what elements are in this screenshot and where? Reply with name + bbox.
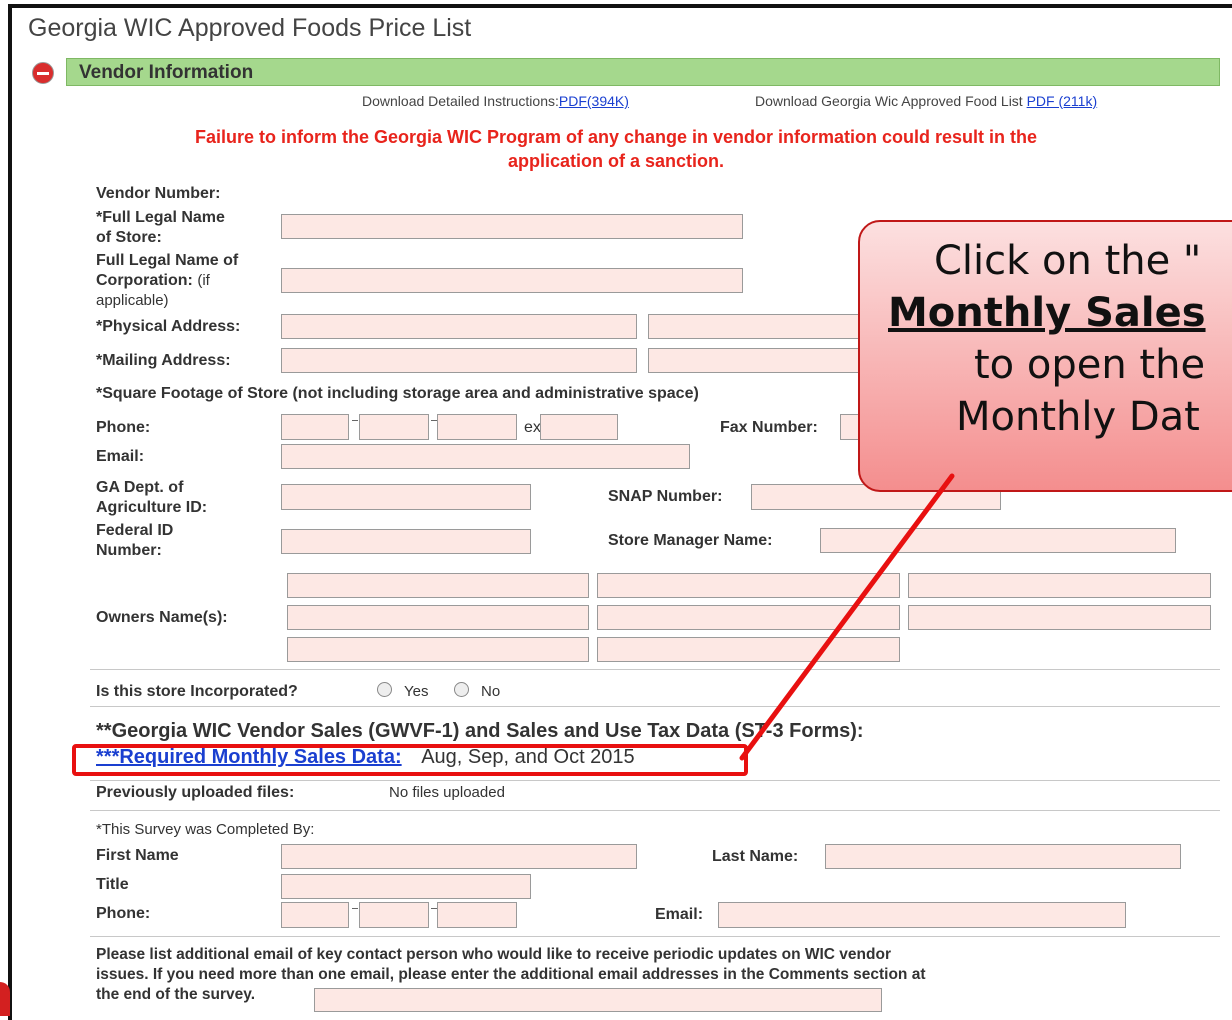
slide-corner-accent (0, 982, 10, 1016)
pointer-arrow (739, 473, 955, 761)
